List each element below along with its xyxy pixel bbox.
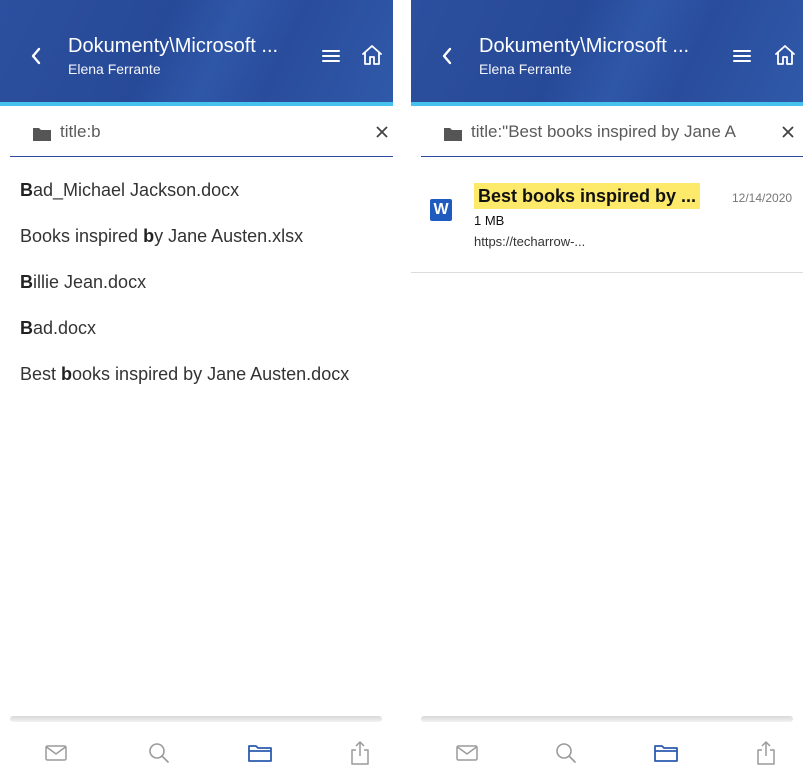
right-screen: Dokumenty\Microsoft ... Elena Ferrante t… (411, 0, 803, 769)
suggestion-item[interactable]: Best books inspired by Jane Austen.docx (20, 364, 349, 385)
result-title-highlight: Best books inspired by ... (474, 183, 701, 209)
header-title: Dokumenty\Microsoft ... (479, 35, 690, 57)
back-button[interactable] (435, 38, 459, 74)
suggestion-text: ad_Michael Jackson.docx (33, 180, 240, 200)
result-date: 12/14/2020 (732, 191, 793, 205)
match-highlight: b (143, 226, 155, 246)
nav-mail-button[interactable] (452, 738, 482, 768)
clear-search-button[interactable] (368, 118, 393, 146)
suggestion-text: y Jane Austen.xlsx (154, 226, 304, 246)
pane-separator (393, 0, 411, 769)
search-underline (421, 156, 803, 157)
left-screen: Dokumenty\Microsoft ... Elena Ferrante t… (0, 0, 393, 769)
nav-search-button[interactable] (551, 738, 581, 768)
bottom-nav-divider (10, 716, 382, 722)
header-titles: Dokumenty\Microsoft ... Elena Ferrante (479, 34, 719, 78)
result-divider (411, 272, 803, 273)
suggestion-text: Books inspired (20, 226, 144, 246)
home-button[interactable] (771, 40, 799, 70)
search-underline (10, 156, 393, 157)
close-icon (782, 126, 794, 138)
home-icon (362, 45, 382, 65)
mail-icon (456, 745, 478, 761)
match-highlight: b (61, 364, 73, 384)
close-icon (376, 126, 388, 138)
header-title: Dokumenty\Microsoft ... (68, 35, 279, 57)
chevron-left-icon (442, 47, 452, 65)
folder-icon (654, 745, 678, 762)
match-highlight: B (20, 272, 33, 292)
mail-icon (45, 745, 67, 761)
hamburger-icon (733, 50, 751, 62)
folder-icon (33, 128, 51, 141)
nav-folder-button[interactable] (651, 738, 681, 768)
home-button[interactable] (358, 40, 386, 70)
folder-icon (248, 745, 272, 762)
search-icon (556, 743, 576, 763)
nav-folder-button[interactable] (245, 738, 275, 768)
suggestion-item[interactable]: Bad.docx (20, 318, 96, 339)
result-url: https://techarrow-... (474, 234, 586, 249)
result-title[interactable]: Best books inspired by ... (478, 186, 696, 206)
nav-share-button[interactable] (345, 738, 375, 768)
back-button[interactable] (24, 38, 48, 74)
suggestion-text: illie Jean.docx (33, 272, 147, 292)
hamburger-icon (322, 50, 340, 62)
share-icon (757, 741, 775, 765)
match-highlight: B (20, 180, 33, 200)
share-icon (351, 741, 369, 765)
menu-button[interactable] (729, 45, 755, 67)
search-input[interactable]: title:"Best books inspired by Jane A (471, 122, 771, 142)
folder-icon (444, 128, 462, 141)
header-subtitle: Elena Ferrante (479, 61, 572, 77)
chevron-left-icon (31, 47, 41, 65)
suggestion-item[interactable]: Bad_Michael Jackson.docx (20, 180, 239, 201)
suggestion-item[interactable]: Books inspired by Jane Austen.xlsx (20, 226, 303, 247)
app-header: Dokumenty\Microsoft ... Elena Ferrante (411, 0, 803, 102)
home-icon (775, 45, 795, 65)
app-header: Dokumenty\Microsoft ... Elena Ferrante (0, 0, 393, 102)
result-size: 1 MB (474, 213, 505, 228)
suggestion-text: ooks inspired by Jane Austen.docx (72, 364, 350, 384)
nav-mail-button[interactable] (41, 738, 71, 768)
suggestion-text: Best (20, 364, 62, 384)
menu-button[interactable] (318, 45, 344, 67)
clear-search-button[interactable] (774, 118, 802, 146)
nav-search-button[interactable] (144, 738, 174, 768)
suggestion-item[interactable]: Billie Jean.docx (20, 272, 146, 293)
header-titles: Dokumenty\Microsoft ... Elena Ferrante (68, 34, 308, 78)
suggestion-text: ad.docx (33, 318, 97, 338)
search-input[interactable]: title:b (60, 122, 350, 142)
bottom-nav-divider (421, 716, 793, 722)
nav-share-button[interactable] (751, 738, 781, 768)
search-icon (149, 743, 169, 763)
header-subtitle: Elena Ferrante (68, 61, 161, 77)
match-highlight: B (20, 318, 33, 338)
word-icon: W (430, 199, 452, 221)
